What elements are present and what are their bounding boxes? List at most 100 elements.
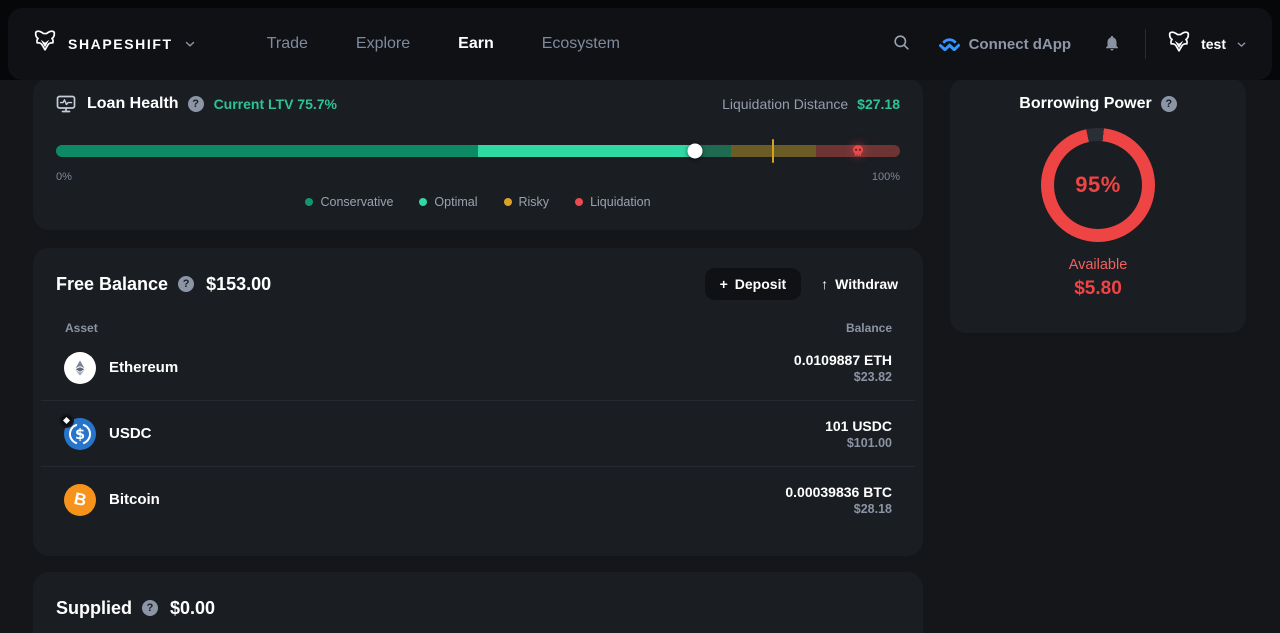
liquidation-skull-icon <box>851 145 864 158</box>
asset-balance: 0.00039836 BTC $28.18 <box>785 484 892 516</box>
asset-balance: 101 USDC $101.00 <box>825 418 892 450</box>
notifications-button[interactable] <box>1097 28 1127 61</box>
free-balance-title: Free Balance <box>56 273 169 294</box>
svg-text:$: $ <box>75 427 85 443</box>
borrowing-power-title: Borrowing Power <box>1019 95 1152 112</box>
scale-max-label: 100% <box>871 171 900 183</box>
walletconnect-icon <box>938 37 960 51</box>
asset-row-ethereum[interactable]: Ethereum 0.0109887 ETH $23.82 <box>33 335 923 400</box>
asset-amount: 0.00039836 BTC <box>785 483 892 500</box>
nav-link-explore[interactable]: Explore <box>332 25 434 63</box>
free-balance-total: $153.00 <box>206 273 272 294</box>
wallet-menu-button[interactable]: test <box>1166 30 1248 59</box>
asset-row-bitcoin[interactable]: B Bitcoin 0.00039836 BTC $28.18 <box>33 467 923 532</box>
brand-menu[interactable]: SHAPESHIFT <box>32 29 197 60</box>
conservative-dot-icon <box>305 198 314 206</box>
legend-label: Risky <box>518 195 550 209</box>
legend-item-conservative: Conservative <box>305 195 393 209</box>
connect-dapp-button[interactable]: Connect dApp <box>938 35 1072 53</box>
asset-name: Ethereum <box>109 359 179 376</box>
loan-health-title: Loan Health <box>87 95 179 112</box>
loan-health-help-icon[interactable]: ? <box>187 96 204 112</box>
current-ltv-value: Current LTV 75.7% <box>213 96 337 112</box>
free-balance-help-icon[interactable]: ? <box>178 276 195 292</box>
donut-hole: 95% <box>1054 141 1142 229</box>
bell-icon <box>1103 34 1121 55</box>
asset-amount: 101 USDC <box>825 417 892 434</box>
asset-amount: 0.0109887 ETH <box>793 351 892 368</box>
risky-threshold-tick <box>772 139 775 163</box>
nav-link-ecosystem[interactable]: Ecosystem <box>518 25 644 63</box>
asset-name: Bitcoin <box>109 491 160 508</box>
withdraw-button[interactable]: ↑ Withdraw <box>819 268 900 300</box>
search-icon <box>892 33 911 55</box>
ltv-slider-thumb[interactable] <box>687 143 703 159</box>
asset-balance: 0.0109887 ETH $23.82 <box>794 352 892 384</box>
usdc-icon: $ <box>59 412 96 450</box>
free-balance-card: Free Balance ? $153.00 + Deposit ↑ Withd… <box>33 248 923 556</box>
asset-usd-value: $23.82 <box>853 369 892 384</box>
ethereum-network-badge-icon <box>59 412 74 428</box>
brand-chevron-down-icon <box>183 37 197 51</box>
borrowing-power-help-icon[interactable]: ? <box>1160 96 1177 112</box>
free-balance-header: Free Balance ? $153.00 + Deposit ↑ Withd… <box>33 268 923 300</box>
header-strip: SHAPESHIFT Trade Explore Earn Ecosystem <box>0 0 1280 80</box>
legend-label: Optimal <box>434 195 478 209</box>
risky-dot-icon <box>503 198 512 206</box>
asset-row-usdc[interactable]: $ USDC 101 USDC $101.00 <box>33 401 923 466</box>
liquidation-dot-icon <box>575 198 584 206</box>
ethereum-icon <box>64 351 96 384</box>
brand-wordmark: SHAPESHIFT <box>68 36 173 52</box>
available-value: $5.80 <box>1074 278 1122 299</box>
health-monitor-icon <box>56 94 76 114</box>
borrowing-power-percent: 95% <box>1075 172 1121 197</box>
navbar-right: Connect dApp test <box>886 27 1248 61</box>
nav-link-trade[interactable]: Trade <box>243 25 332 63</box>
loan-health-card: Loan Health ? Current LTV 75.7% Liquidat… <box>33 78 923 230</box>
nav-link-earn[interactable]: Earn <box>434 25 518 63</box>
borrowing-power-card: Borrowing Power ? 95% Available $5.80 <box>950 78 1246 333</box>
liquidation-distance-label: Liquidation Distance <box>722 96 849 112</box>
supplied-title: Supplied <box>56 597 132 618</box>
wallet-name: test <box>1201 36 1226 52</box>
asset-usd-value: $101.00 <box>846 435 892 450</box>
deposit-button-label: Deposit <box>734 276 787 292</box>
borrowing-power-header: Borrowing Power ? <box>950 95 1246 113</box>
supplied-help-icon[interactable]: ? <box>142 600 158 616</box>
asset-name: USDC <box>109 425 152 442</box>
arrow-up-icon: ↑ <box>821 276 829 292</box>
wallet-chevron-down-icon <box>1235 38 1248 51</box>
plus-icon: + <box>719 276 728 292</box>
shapeshift-fox-icon <box>32 29 58 60</box>
search-button[interactable] <box>886 27 917 61</box>
deposit-button[interactable]: + Deposit <box>704 268 802 300</box>
withdraw-button-label: Withdraw <box>835 276 898 292</box>
supplied-header: Supplied ? $0.00 <box>56 592 900 624</box>
asset-usd-value: $28.18 <box>853 501 892 516</box>
navbar-divider <box>1145 29 1147 59</box>
ltv-legend: Conservative Optimal Risky Liquidation <box>56 195 900 209</box>
available-label: Available <box>1068 257 1128 273</box>
wallet-fox-icon <box>1166 30 1192 59</box>
asset-column-header: Asset <box>65 321 98 335</box>
optimal-dot-icon <box>419 198 428 206</box>
scale-min-label: 0% <box>56 171 72 183</box>
navbar: SHAPESHIFT Trade Explore Earn Ecosystem <box>8 8 1272 80</box>
legend-item-liquidation: Liquidation <box>575 195 651 209</box>
loan-health-header: Loan Health ? Current LTV 75.7% Liquidat… <box>56 92 900 116</box>
balance-column-header: Balance <box>845 321 892 335</box>
legend-label: Liquidation <box>590 195 651 209</box>
ltv-slider[interactable] <box>56 139 900 163</box>
supplied-total: $0.00 <box>170 597 216 618</box>
ltv-scale: 0% 100% <box>56 171 900 183</box>
legend-item-optimal: Optimal <box>419 195 478 209</box>
legend-label: Conservative <box>320 195 394 209</box>
liquidation-distance-value: $27.18 <box>857 96 900 112</box>
legend-item-risky: Risky <box>503 195 550 209</box>
borrowing-power-donut: 95% <box>1041 128 1155 242</box>
connect-dapp-label: Connect dApp <box>968 35 1072 53</box>
asset-table-header: Asset Balance <box>33 321 923 335</box>
free-balance-actions: + Deposit ↑ Withdraw <box>704 268 900 300</box>
main-nav: Trade Explore Earn Ecosystem <box>243 25 644 63</box>
app: SHAPESHIFT Trade Explore Earn Ecosystem <box>0 0 1280 633</box>
